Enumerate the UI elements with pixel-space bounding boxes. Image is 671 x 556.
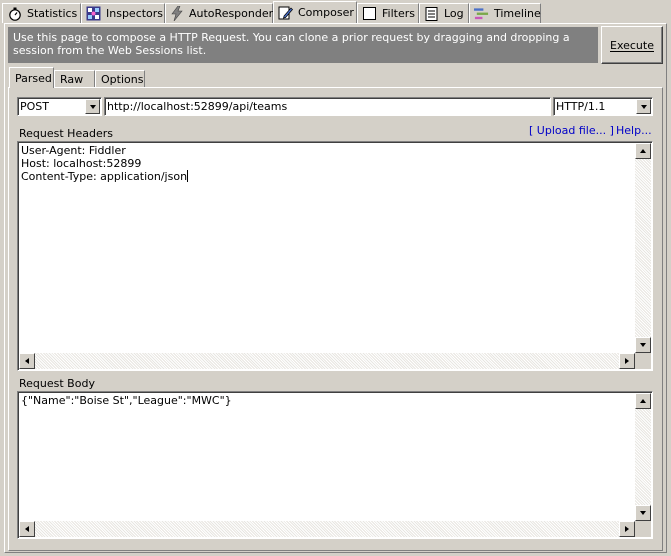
tab-label: Timeline <box>494 7 541 20</box>
scrollbar-corner <box>635 521 651 537</box>
request-headers-textarea[interactable]: User-Agent: Fiddler Host: localhost:52899… <box>17 141 653 371</box>
body-vertical-scrollbar[interactable] <box>635 393 651 521</box>
tab-label: Composer <box>298 6 354 19</box>
tab-raw[interactable]: Raw <box>54 70 95 88</box>
url-value: http://localhost:52899/api/teams <box>107 100 288 113</box>
tab-inspectors[interactable]: Inspectors <box>81 3 165 23</box>
method-select[interactable]: POST <box>17 97 102 116</box>
chevron-down-icon[interactable] <box>636 99 651 114</box>
request-body-label: Request Body <box>19 377 95 390</box>
chevron-down-icon[interactable] <box>85 99 100 114</box>
arrow-left-icon <box>25 526 29 532</box>
arrow-down-icon <box>640 511 646 515</box>
url-input[interactable]: http://localhost:52899/api/teams <box>104 97 551 116</box>
version-value: HTTP/1.1 <box>556 100 606 113</box>
tab-composer[interactable]: Composer <box>273 1 357 23</box>
tab-label: Options <box>101 73 144 86</box>
header-line: Content-Type: application/json <box>21 170 189 183</box>
pencil-icon <box>278 5 293 20</box>
request-headers-label: Request Headers <box>19 127 113 140</box>
scroll-up-button[interactable] <box>635 393 651 409</box>
tab-log[interactable]: Log <box>419 3 469 23</box>
tab-label: AutoResponder <box>189 7 274 20</box>
scroll-right-button[interactable] <box>619 353 635 369</box>
tab-label: Raw <box>60 73 84 86</box>
body-text: {"Name":"Boise St","League":"MWC"} <box>21 394 232 407</box>
scroll-left-button[interactable] <box>19 521 35 537</box>
tab-label: Log <box>444 7 464 20</box>
method-value: POST <box>20 100 49 113</box>
body-horizontal-scrollbar[interactable] <box>19 521 635 537</box>
arrow-down-icon <box>640 343 646 347</box>
arrow-right-icon <box>625 526 629 532</box>
main-tab-strip: Statistics Inspectors AutoResponder Comp… <box>0 0 671 23</box>
tab-options[interactable]: Options <box>95 70 145 88</box>
help-link[interactable]: Help... <box>616 124 652 137</box>
text-cursor <box>187 170 189 182</box>
tab-statistics[interactable]: Statistics <box>2 3 81 23</box>
log-icon <box>424 6 439 21</box>
tab-label: Statistics <box>27 7 78 20</box>
tab-label: Inspectors <box>106 7 164 20</box>
inspectors-icon <box>86 6 101 21</box>
checkbox-icon <box>362 6 377 21</box>
scroll-down-button[interactable] <box>635 337 651 353</box>
stopwatch-icon <box>7 6 22 21</box>
execute-button[interactable]: Execute <box>601 26 663 64</box>
headers-horizontal-scrollbar[interactable] <box>19 353 635 369</box>
lightning-icon <box>170 6 184 21</box>
arrow-right-icon <box>625 358 629 364</box>
info-banner: Use this page to compose a HTTP Request.… <box>8 27 598 63</box>
http-version-select[interactable]: HTTP/1.1 <box>553 97 653 116</box>
tab-timeline[interactable]: Timeline <box>469 3 541 23</box>
tab-filters[interactable]: Filters <box>357 3 419 23</box>
arrow-up-icon <box>640 399 646 403</box>
tab-parsed[interactable]: Parsed <box>9 67 54 88</box>
tab-autoresponder[interactable]: AutoResponder <box>165 3 273 23</box>
tab-label: Parsed <box>15 71 52 85</box>
headers-vertical-scrollbar[interactable] <box>635 143 651 353</box>
headers-text: User-Agent: Fiddler Host: localhost:52899… <box>21 144 189 183</box>
request-body-textarea[interactable]: {"Name":"Boise St","League":"MWC"} <box>17 391 653 539</box>
tab-label: Filters <box>382 7 415 20</box>
upload-file-link[interactable]: [ Upload file... ] <box>529 124 614 137</box>
arrow-left-icon <box>25 358 29 364</box>
scroll-up-button[interactable] <box>635 143 651 159</box>
scroll-down-button[interactable] <box>635 505 651 521</box>
header-line: User-Agent: Fiddler <box>21 144 126 157</box>
scroll-left-button[interactable] <box>19 353 35 369</box>
header-line: Host: localhost:52899 <box>21 157 142 170</box>
arrow-up-icon <box>640 149 646 153</box>
scrollbar-corner <box>635 353 651 369</box>
scroll-right-button[interactable] <box>619 521 635 537</box>
timeline-icon <box>474 6 489 21</box>
execute-label: Execute <box>610 38 654 52</box>
